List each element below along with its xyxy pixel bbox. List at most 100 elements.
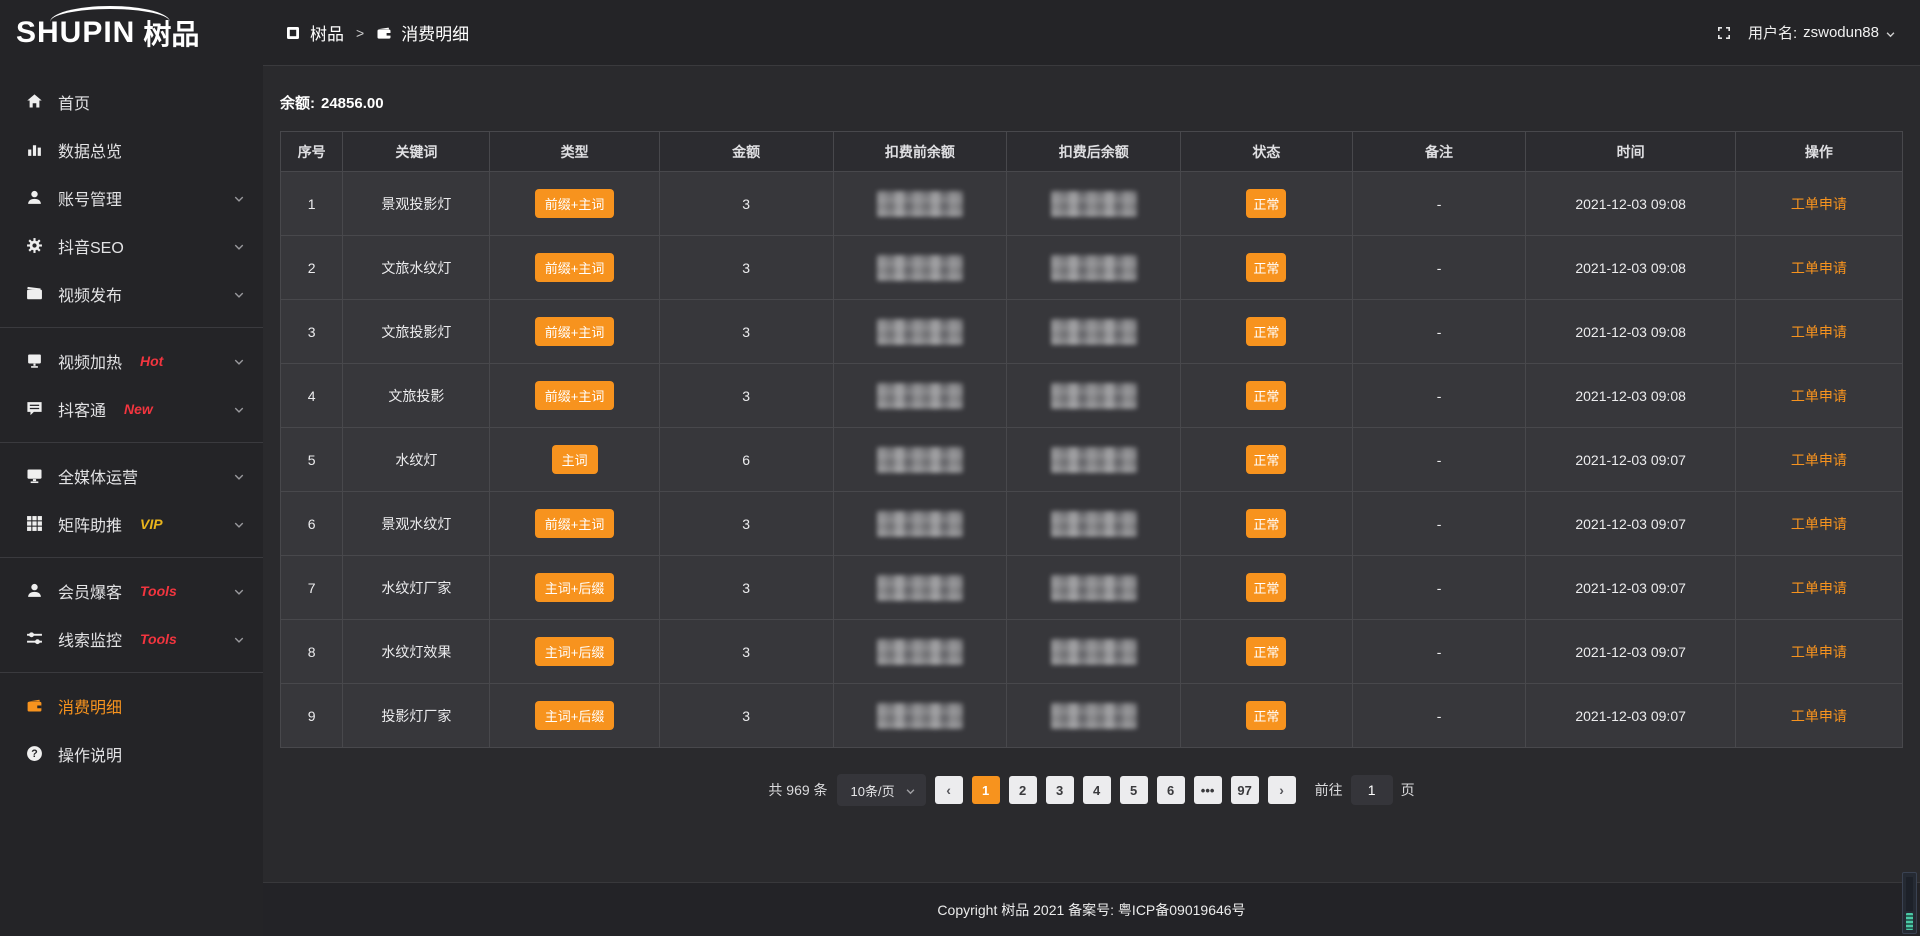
cell-type: 主词+后缀 [490, 556, 659, 620]
balance-value: 24856.00 [321, 95, 384, 112]
chevron-down-icon [233, 355, 245, 367]
topbar: 树品 > 消费明细 用户名: zswodun88 [263, 0, 1920, 66]
app-layout: SHUPIN 树品 首页数据总览账号管理抖音SEO 视频发布视频加热Hot抖客通N… [0, 0, 1920, 936]
column-header: 状态 [1181, 132, 1353, 172]
type-badge: 主词+后缀 [535, 573, 615, 602]
cell-seq: 5 [281, 428, 343, 492]
sidebar-item[interactable]: 线索监控Tools [0, 615, 263, 663]
cell-time: 2021-12-03 09:07 [1526, 684, 1735, 748]
cell-seq: 9 [281, 684, 343, 748]
sidebar-item[interactable]: ?操作说明 [0, 730, 263, 778]
cell-balance-after [1007, 300, 1181, 364]
cell-balance-after [1007, 684, 1181, 748]
goto-label: 前往 [1315, 780, 1343, 800]
cell-status: 正常 [1181, 172, 1353, 236]
chevron-down-icon [233, 470, 245, 482]
user-menu[interactable]: 用户名: zswodun88 [1748, 22, 1896, 43]
chevron-down-icon [1885, 27, 1896, 38]
chevron-down-icon [233, 240, 245, 252]
sidebar-item-badge: Tools [140, 631, 177, 647]
cell-balance-after [1007, 236, 1181, 300]
breadcrumb-separator: > [353, 25, 367, 41]
goto-page: 前往 页 [1315, 775, 1415, 805]
work-order-link[interactable]: 工单申请 [1791, 324, 1847, 340]
type-badge: 前缀+主词 [535, 317, 615, 346]
goto-suffix: 页 [1401, 780, 1415, 800]
brand-logo: SHUPIN 树品 [0, 0, 263, 66]
censored-balance-after [1051, 575, 1137, 601]
sidebar-item[interactable]: 首页 [0, 78, 263, 126]
work-order-link[interactable]: 工单申请 [1791, 260, 1847, 276]
sidebar-item-label: 矩阵助推 [58, 512, 122, 536]
scrollbar-widget[interactable] [1902, 872, 1917, 934]
censored-balance-after [1051, 447, 1137, 473]
cell-seq: 2 [281, 236, 343, 300]
breadcrumb-item-root[interactable]: 树品 [310, 20, 344, 45]
sidebar-item[interactable]: 全媒体运营 [0, 452, 263, 500]
page-button[interactable]: 6 [1157, 776, 1185, 804]
column-header: 关键词 [343, 132, 490, 172]
cell-remark: - [1352, 300, 1526, 364]
sidebar-item-label: 抖音SEO [58, 234, 124, 258]
sidebar-item[interactable]: 账号管理 [0, 174, 263, 222]
main-panel: 树品 > 消费明细 用户名: zswodun88 余额:24856.00 序 [263, 0, 1920, 936]
cell-status: 正常 [1181, 428, 1353, 492]
chart-icon [26, 141, 44, 159]
page-button[interactable]: 97 [1231, 776, 1259, 804]
cell-remark: - [1352, 236, 1526, 300]
censored-balance-before [877, 511, 963, 537]
cell-time: 2021-12-03 09:08 [1526, 364, 1735, 428]
cell-balance-before [833, 300, 1007, 364]
home-icon [26, 93, 44, 111]
work-order-link[interactable]: 工单申请 [1791, 452, 1847, 468]
sidebar-item[interactable]: 抖音SEO [0, 222, 263, 270]
page-button[interactable]: 5 [1120, 776, 1148, 804]
sidebar-item-label: 消费明细 [58, 694, 122, 718]
sidebar-item[interactable]: 消费明细 [0, 682, 263, 730]
censored-balance-before [877, 319, 963, 345]
sidebar-item[interactable]: 数据总览 [0, 126, 263, 174]
sidebar-nav: 首页数据总览账号管理抖音SEO视频发布视频加热Hot抖客通New全媒体运营矩阵助… [0, 66, 263, 936]
cell-type: 前缀+主词 [490, 172, 659, 236]
status-badge: 正常 [1246, 381, 1286, 410]
page-button[interactable]: 4 [1083, 776, 1111, 804]
chevron-down-icon [233, 403, 245, 415]
column-header: 扣费前余额 [833, 132, 1007, 172]
work-order-link[interactable]: 工单申请 [1791, 580, 1847, 596]
sidebar-item-badge: New [124, 401, 153, 417]
sidebar-item[interactable]: 视频加热Hot [0, 337, 263, 385]
sidebar-item[interactable]: 矩阵助推VIP [0, 500, 263, 548]
status-badge: 正常 [1246, 253, 1286, 282]
work-order-link[interactable]: 工单申请 [1791, 708, 1847, 724]
work-order-link[interactable]: 工单申请 [1791, 644, 1847, 660]
username-label: 用户名: [1748, 22, 1797, 43]
column-header: 扣费后余额 [1007, 132, 1181, 172]
sidebar-item[interactable]: 视频发布 [0, 270, 263, 318]
page-button[interactable]: 3 [1046, 776, 1074, 804]
sidebar-item-label: 会员爆客 [58, 579, 122, 603]
sidebar-item-label: 数据总览 [58, 138, 122, 162]
screen-icon [26, 352, 44, 370]
page-button[interactable]: 1 [972, 776, 1000, 804]
censored-balance-after [1051, 191, 1137, 217]
sidebar-item[interactable]: 抖客通New [0, 385, 263, 433]
fullscreen-icon[interactable] [1716, 25, 1732, 41]
page-button[interactable]: 2 [1009, 776, 1037, 804]
cell-type: 前缀+主词 [490, 492, 659, 556]
page-size-select[interactable]: 10条/页 [837, 774, 926, 806]
cell-status: 正常 [1181, 556, 1353, 620]
sidebar: SHUPIN 树品 首页数据总览账号管理抖音SEO 视频发布视频加热Hot抖客通N… [0, 0, 263, 936]
prev-page-button[interactable]: ‹ [935, 776, 963, 804]
sidebar-item[interactable]: 会员爆客Tools [0, 567, 263, 615]
table-row: 4文旅投影前缀+主词3正常-2021-12-03 09:08工单申请 [281, 364, 1903, 428]
cell-type: 前缀+主词 [490, 236, 659, 300]
goto-page-input[interactable] [1351, 775, 1393, 805]
next-page-button[interactable]: › [1268, 776, 1296, 804]
cell-remark: - [1352, 556, 1526, 620]
work-order-link[interactable]: 工单申请 [1791, 196, 1847, 212]
work-order-link[interactable]: 工单申请 [1791, 516, 1847, 532]
page-ellipsis-button[interactable]: ••• [1194, 776, 1222, 804]
cell-status: 正常 [1181, 620, 1353, 684]
table-row: 1景观投影灯前缀+主词3正常-2021-12-03 09:08工单申请 [281, 172, 1903, 236]
work-order-link[interactable]: 工单申请 [1791, 388, 1847, 404]
